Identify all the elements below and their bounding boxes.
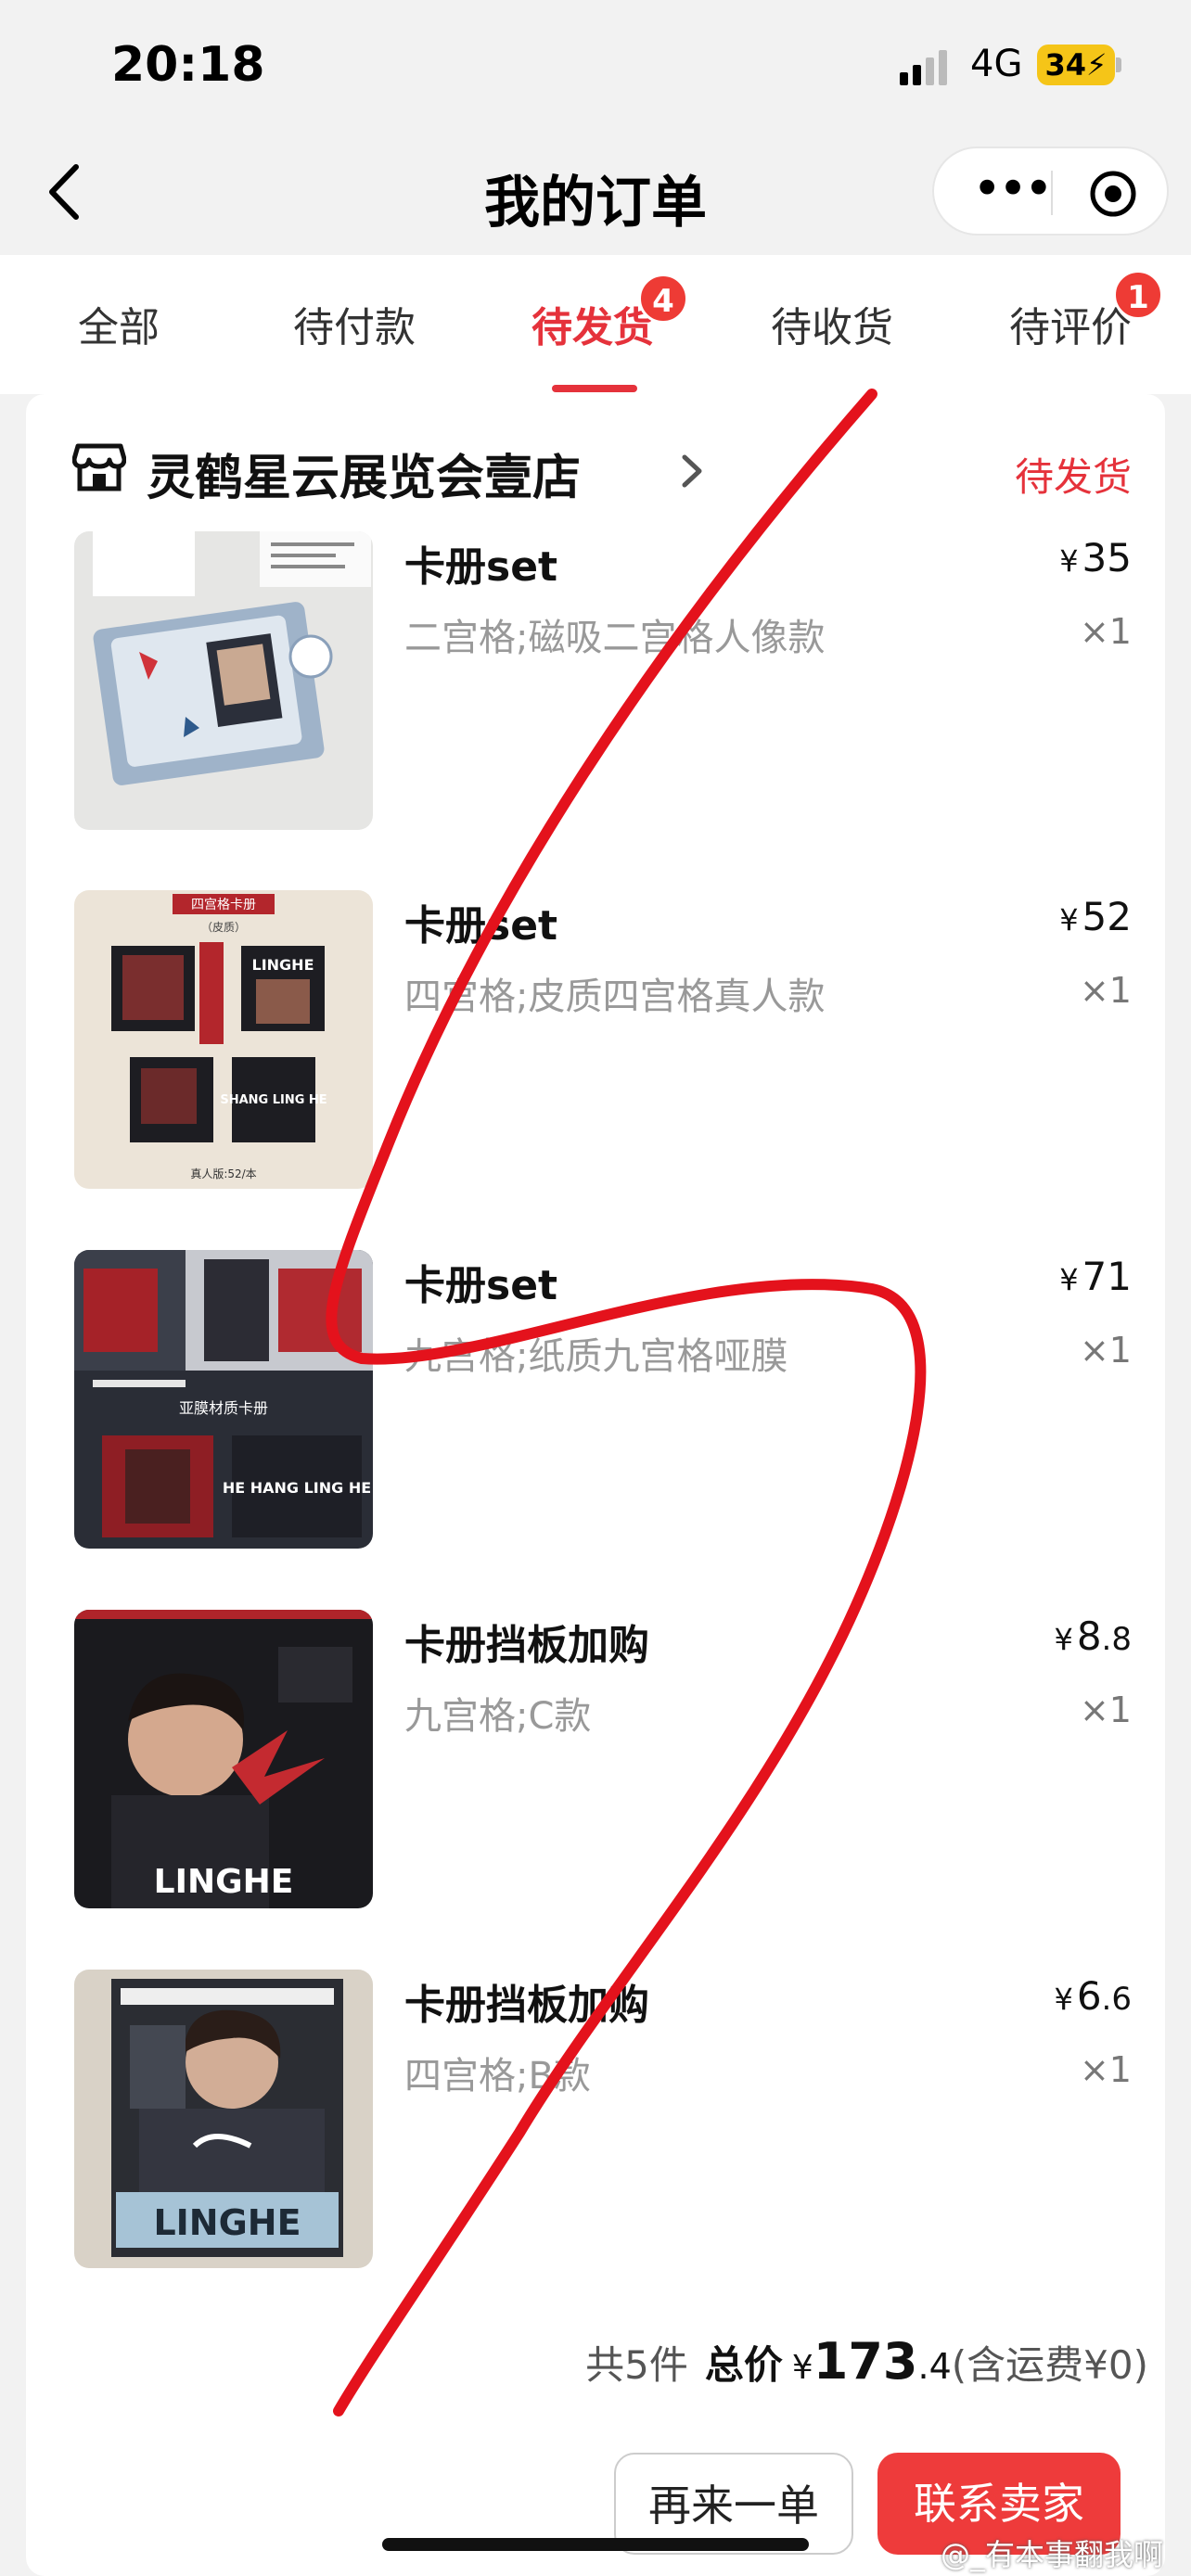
chevron-right-icon[interactable] — [677, 448, 705, 494]
nav-bar: 我的订单 ••• — [0, 139, 1191, 255]
item-price-value: 71 — [1082, 1254, 1132, 1299]
status-bar: 20:18 4G 34⚡ — [0, 0, 1191, 139]
order-tabs: 全部 待付款 待发货 4 待收货 待评价 1 — [0, 255, 1191, 394]
mini-program-capsule: ••• — [932, 147, 1169, 236]
item-title: 卡册set — [404, 1262, 558, 1309]
item-spec: 九宫格;C款 — [404, 1695, 592, 1738]
tab-pending-receipt[interactable]: 待收货 — [771, 294, 893, 353]
order-item[interactable]: 卡册set 二宫格;磁吸二宫格人像款 ¥35 ×1 — [74, 531, 1150, 833]
currency-symbol: ¥ — [791, 2349, 813, 2387]
battery-icon: 34⚡ — [1037, 45, 1115, 85]
tab-pending-payment[interactable]: 待付款 — [293, 294, 416, 353]
capsule-divider — [1051, 171, 1053, 215]
shop-name[interactable]: 灵鹤星云展览会壹店 — [147, 439, 581, 508]
item-price: ¥8.8 — [1054, 1613, 1132, 1659]
item-price-decimal: .6 — [1101, 1981, 1132, 2018]
thumb-logo-text: LINGHE — [252, 956, 314, 974]
more-dots-icon[interactable]: ••• — [969, 164, 1054, 215]
item-quantity: ×1 — [1079, 970, 1132, 1011]
item-price: ¥35 — [1059, 535, 1132, 580]
product-image[interactable]: 亚膜材质卡册 HE HANG LING HE — [74, 1250, 373, 1549]
currency-symbol: ¥ — [1059, 543, 1079, 579]
item-title: 卡册挡板加购 — [404, 1622, 649, 1669]
item-title: 卡册set — [404, 543, 558, 591]
thumb-label-text: 亚膜材质卡册 — [179, 1399, 268, 1417]
item-title: 卡册set — [404, 902, 558, 950]
thumb-header-text: 四宫格卡册 — [191, 898, 256, 912]
thumb-sub-text: （皮质） — [201, 921, 246, 934]
battery-level: 34 — [1044, 47, 1087, 83]
target-icon[interactable] — [1088, 169, 1138, 219]
shop-icon — [72, 443, 126, 491]
total-amount: 173 — [813, 2332, 918, 2391]
product-image[interactable] — [74, 531, 373, 830]
tab-pending-review[interactable]: 待评价 — [1009, 294, 1132, 353]
product-image[interactable]: 四宫格卡册 （皮质） LINGHE SHANG LING HE 真人版:52/本 — [74, 890, 373, 1189]
watermark: @_有本事翻我啊 — [941, 2537, 1164, 2572]
order-item[interactable]: LINGHE 卡册挡板加购 四宫格;B款 ¥6.6 ×1 — [74, 1970, 1150, 2271]
shop-header[interactable]: 灵鹤星云展览会壹店 待发货 — [72, 422, 1148, 524]
thumb-logo-text: LINGHE — [154, 1863, 294, 1901]
item-spec: 四宫格;B款 — [404, 2055, 591, 2098]
battery-cap — [1116, 57, 1121, 72]
item-spec: 四宫格;皮质四宫格真人款 — [404, 976, 826, 1018]
order-summary: 共5件 总价 ¥173.4(含运费¥0) — [26, 2332, 1148, 2391]
order-status: 待发货 — [1014, 454, 1132, 500]
currency-symbol: ¥ — [1059, 902, 1079, 937]
item-quantity: ×1 — [1079, 1330, 1132, 1371]
item-price-value: 6 — [1076, 1973, 1102, 2019]
active-tab-indicator — [552, 385, 637, 392]
item-quantity: ×1 — [1079, 1690, 1132, 1730]
total-amount-decimal: .4 — [917, 2346, 952, 2387]
item-price-value: 35 — [1082, 535, 1132, 580]
item-price: ¥52 — [1059, 894, 1132, 939]
total-label: 总价 — [704, 2342, 783, 2388]
home-indicator — [382, 2538, 809, 2551]
network-type: 4G — [970, 43, 1023, 85]
currency-symbol: ¥ — [1054, 1982, 1073, 2017]
item-price-value: 8 — [1076, 1613, 1102, 1659]
item-title: 卡册挡板加购 — [404, 1982, 649, 2029]
item-spec: 二宫格;磁吸二宫格人像款 — [404, 617, 826, 659]
item-count: 共5件 — [585, 2342, 688, 2388]
tab-pending-shipment[interactable]: 待发货 — [531, 294, 654, 353]
shipping-note: (含运费¥0) — [951, 2342, 1148, 2388]
status-time: 20:18 — [111, 37, 265, 93]
thumb-card-text: SHANG LING HE — [220, 1093, 327, 1107]
tab-badge-pending-shipment: 4 — [638, 274, 688, 324]
signal-icon — [900, 50, 947, 85]
currency-symbol: ¥ — [1054, 1622, 1073, 1657]
item-price: ¥71 — [1059, 1254, 1132, 1299]
item-quantity: ×1 — [1079, 2049, 1132, 2090]
item-spec: 九宫格;纸质九宫格哑膜 — [404, 1335, 788, 1378]
thumb-logo-text: LINGHE — [153, 2202, 301, 2243]
item-price-value: 52 — [1082, 894, 1132, 939]
order-card: 灵鹤星云展览会壹店 待发货 卡册set 二宫格;磁吸二宫格人像款 ¥35 ×1 … — [26, 394, 1165, 2576]
order-item[interactable]: 四宫格卡册 （皮质） LINGHE SHANG LING HE 真人版:52/本… — [74, 890, 1150, 1192]
tab-badge-pending-review: 1 — [1113, 270, 1163, 320]
order-item[interactable]: LINGHE 卡册挡板加购 九宫格;C款 ¥8.8 ×1 — [74, 1610, 1150, 1911]
tab-all[interactable]: 全部 — [78, 294, 160, 353]
currency-symbol: ¥ — [1059, 1262, 1079, 1297]
product-image[interactable]: LINGHE — [74, 1970, 373, 2268]
thumb-card-text: HE HANG LING HE — [223, 1479, 371, 1497]
product-image[interactable]: LINGHE — [74, 1610, 373, 1908]
thumb-footer-text: 真人版:52/本 — [190, 1167, 256, 1180]
item-price: ¥6.6 — [1054, 1973, 1132, 2019]
order-item[interactable]: 亚膜材质卡册 HE HANG LING HE 卡册set 九宫格;纸质九宫格哑膜… — [74, 1250, 1150, 1551]
item-price-decimal: .8 — [1101, 1621, 1132, 1658]
item-quantity: ×1 — [1079, 611, 1132, 652]
